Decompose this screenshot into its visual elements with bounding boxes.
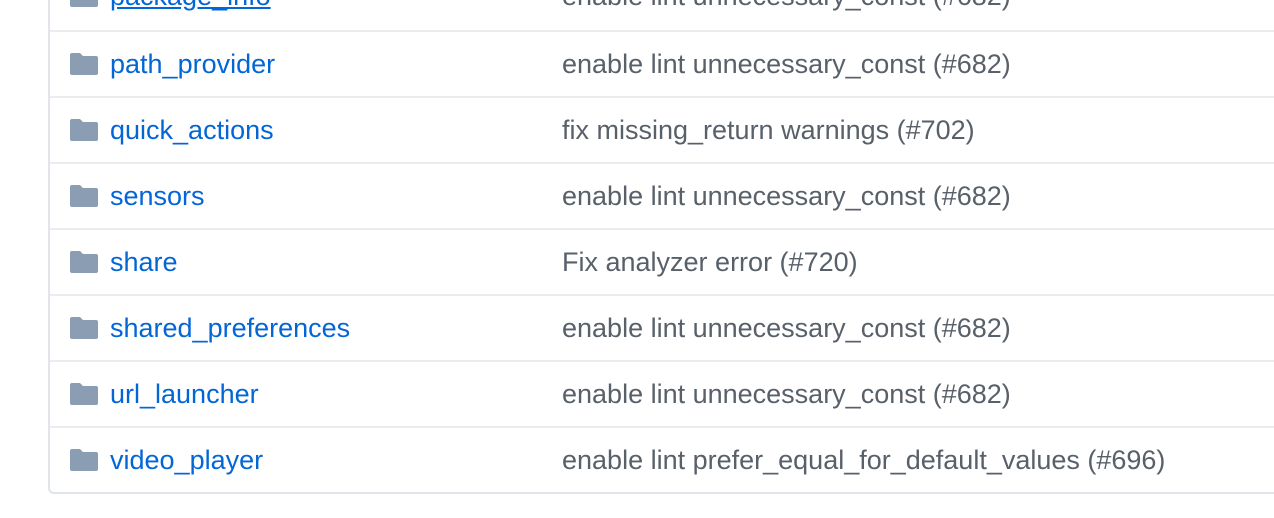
directory-link-url-launcher[interactable]: url_launcher — [110, 378, 259, 410]
directory-link-share[interactable]: share — [110, 246, 178, 278]
folder-icon — [70, 383, 98, 405]
directory-link-package-info[interactable]: package_info — [110, 0, 271, 12]
commit-message-link[interactable]: fix missing_return warnings (#702) — [562, 114, 975, 146]
folder-icon — [70, 0, 98, 7]
table-row: share Fix analyzer error (#720) — [50, 228, 1274, 294]
folder-icon — [70, 185, 98, 207]
folder-icon — [70, 449, 98, 471]
file-list: package_info enable lint unnecessary_con… — [48, 0, 1274, 494]
directory-link-path-provider[interactable]: path_provider — [110, 48, 275, 80]
commit-message-link[interactable]: enable lint unnecessary_const (#682) — [562, 0, 1011, 12]
folder-icon — [70, 317, 98, 339]
commit-message-link[interactable]: enable lint prefer_equal_for_default_val… — [562, 444, 1165, 476]
table-row: shared_preferences enable lint unnecessa… — [50, 294, 1274, 360]
folder-icon — [70, 251, 98, 273]
directory-link-shared-preferences[interactable]: shared_preferences — [110, 312, 350, 344]
table-row: url_launcher enable lint unnecessary_con… — [50, 360, 1274, 426]
folder-icon — [70, 53, 98, 75]
directory-link-sensors[interactable]: sensors — [110, 180, 205, 212]
commit-message-link[interactable]: enable lint unnecessary_const (#682) — [562, 378, 1011, 410]
commit-message-link[interactable]: Fix analyzer error (#720) — [562, 246, 858, 278]
commit-message-link[interactable]: enable lint unnecessary_const (#682) — [562, 48, 1011, 80]
commit-message-link[interactable]: enable lint unnecessary_const (#682) — [562, 312, 1011, 344]
table-row: sensors enable lint unnecessary_const (#… — [50, 162, 1274, 228]
table-row: package_info enable lint unnecessary_con… — [50, 0, 1274, 30]
table-row: path_provider enable lint unnecessary_co… — [50, 30, 1274, 96]
directory-link-video-player[interactable]: video_player — [110, 444, 263, 476]
table-row: quick_actions fix missing_return warning… — [50, 96, 1274, 162]
commit-message-link[interactable]: enable lint unnecessary_const (#682) — [562, 180, 1011, 212]
directory-link-quick-actions[interactable]: quick_actions — [110, 114, 274, 146]
table-row: video_player enable lint prefer_equal_fo… — [50, 426, 1274, 492]
folder-icon — [70, 119, 98, 141]
